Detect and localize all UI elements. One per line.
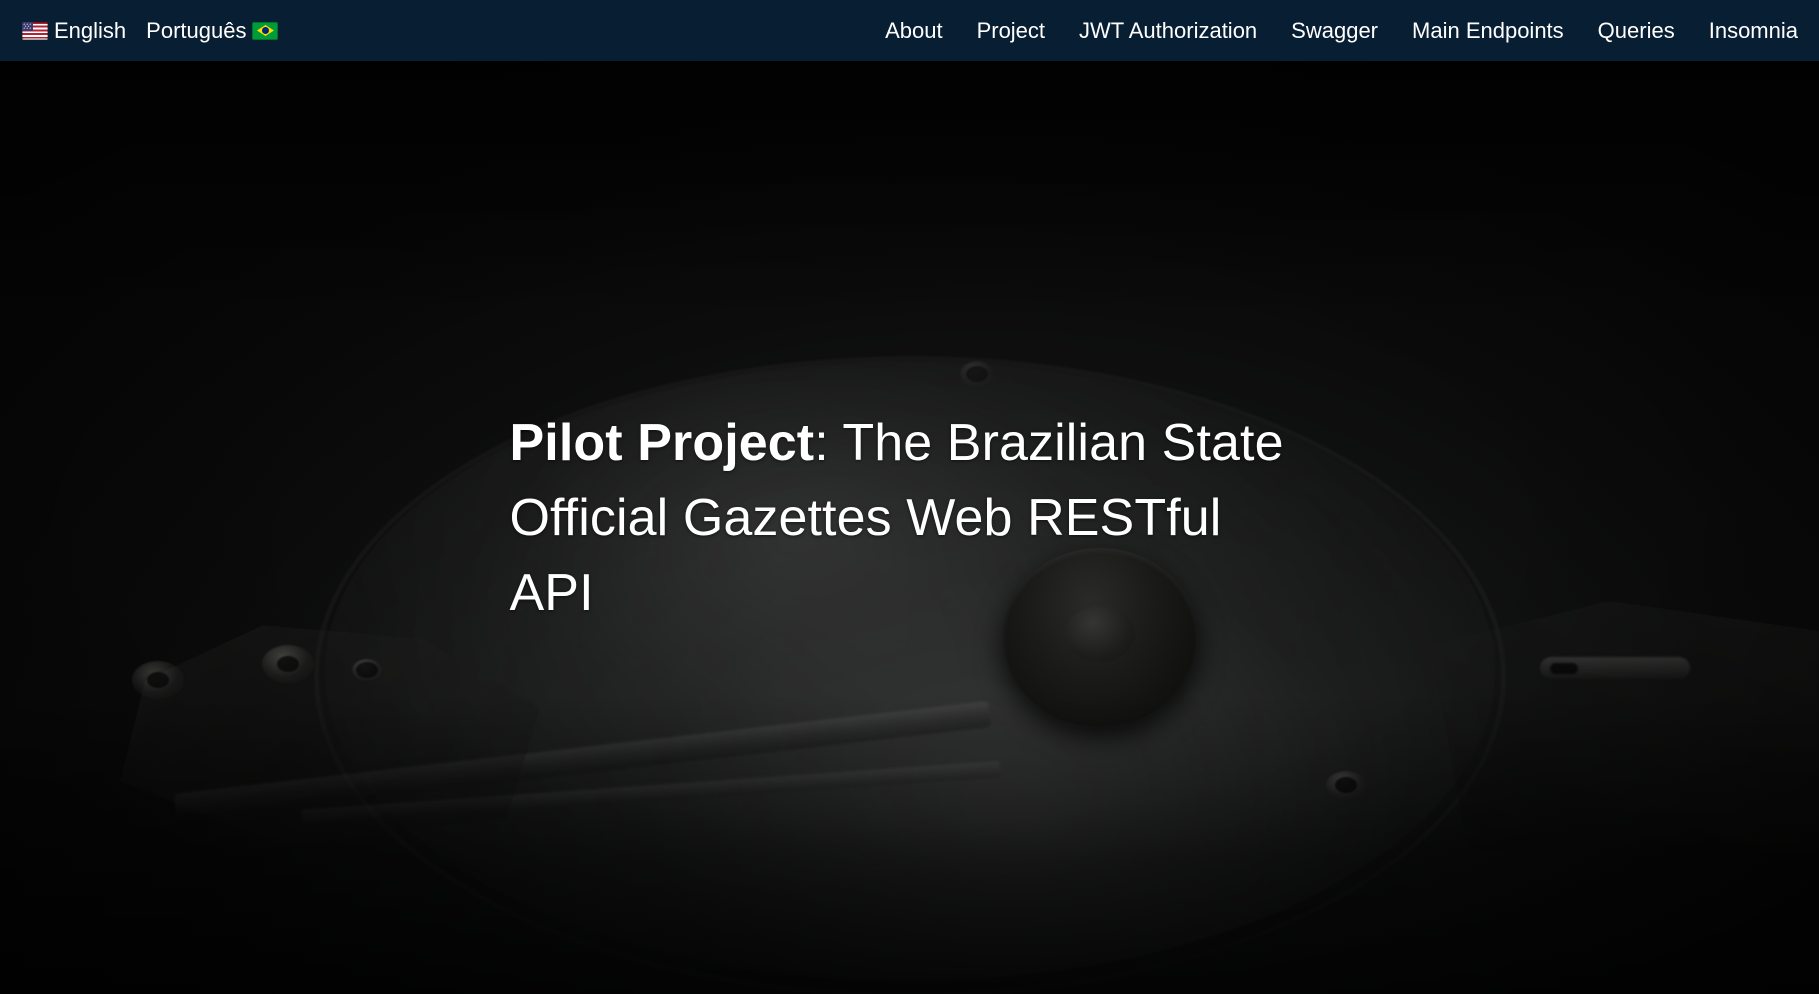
page-title-strong: Pilot Project — [509, 414, 815, 472]
language-label-portuguese: Português — [146, 17, 247, 43]
nav-link-jwt-authorization[interactable]: JWT Authorization — [1062, 12, 1274, 50]
language-link-english[interactable]: English — [12, 14, 136, 48]
us-flag-icon — [22, 21, 48, 40]
nav-links-group: About Project JWT Authorization Swagger … — [868, 12, 1819, 50]
br-flag-icon — [252, 21, 279, 40]
nav-link-insomnia[interactable]: Insomnia — [1692, 12, 1815, 50]
nav-link-main-endpoints[interactable]: Main Endpoints — [1395, 12, 1581, 50]
language-switcher: English Português — [0, 14, 288, 48]
nav-link-about[interactable]: About — [868, 12, 960, 50]
nav-link-swagger[interactable]: Swagger — [1274, 12, 1395, 50]
hero-content: Pilot Project: The Brazilian State Offic… — [0, 61, 1819, 994]
top-navigation-bar: English Português About Project JWT Auth… — [0, 0, 1819, 61]
nav-link-project[interactable]: Project — [960, 12, 1062, 50]
nav-link-queries[interactable]: Queries — [1581, 12, 1692, 50]
language-label-english: English — [54, 17, 127, 43]
language-link-portuguese[interactable]: Português — [136, 14, 288, 48]
hero-banner: Pilot Project: The Brazilian State Offic… — [0, 61, 1819, 994]
page-title: Pilot Project: The Brazilian State Offic… — [510, 406, 1310, 631]
